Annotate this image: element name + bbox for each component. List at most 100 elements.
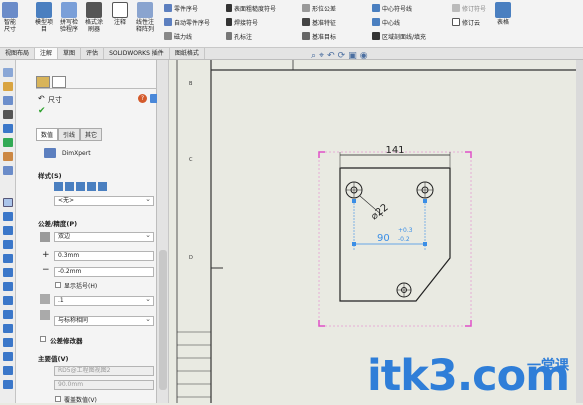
subtab-leader[interactable]: 引线	[58, 128, 81, 141]
cloud-icon	[452, 18, 460, 26]
tab-sheet-format[interactable]: 图纸格式	[170, 48, 205, 59]
panel-title: 尺寸	[48, 96, 62, 104]
style-select[interactable]: <无>	[54, 195, 154, 206]
spell-check-button[interactable]: 拼写检验程序	[58, 2, 80, 33]
tool-7-icon[interactable]	[3, 152, 13, 161]
tool-18-icon[interactable]	[3, 324, 13, 333]
geometric-tolerance-button[interactable]: 形位公差	[302, 3, 336, 13]
panel-scrollbar[interactable]	[157, 60, 169, 403]
width-dimension-text: 141	[385, 145, 404, 156]
datum-feature-button[interactable]: 基准特征	[302, 17, 336, 27]
hole-callout-icon	[226, 32, 232, 40]
style-2-icon[interactable]	[65, 182, 74, 191]
tool-3-icon[interactable]	[3, 96, 13, 105]
tool-5-icon[interactable]	[3, 124, 13, 133]
area-hatch-button[interactable]: 区域剖面线/填充	[372, 31, 426, 41]
tool-12-icon[interactable]	[3, 240, 13, 249]
smart-dimension-button[interactable]: 智能尺寸	[2, 2, 18, 33]
right-task-pane-strip[interactable]	[576, 60, 583, 403]
model-items-button[interactable]: 模型项目	[34, 2, 54, 33]
spell-check-icon	[61, 2, 77, 18]
tool-19-icon[interactable]	[3, 338, 13, 347]
tool-2-icon[interactable]	[3, 82, 13, 91]
show-paren-checkbox[interactable]	[55, 282, 61, 288]
ribbon: 智能尺寸 模型项目 拼写检验程序 格式涂刷器 注释 线性注释阵列 零件序号 自动…	[0, 0, 583, 48]
main-value-input[interactable]: 90.0mm	[54, 380, 154, 390]
left-toolbar	[0, 60, 16, 403]
tab-addins[interactable]: SOLIDWORKS 插件	[104, 48, 170, 59]
tab-sketch[interactable]: 草图	[58, 48, 82, 59]
tolerance-section-header[interactable]: 公差/精度(P)⌃	[38, 218, 168, 228]
surface-finish-button[interactable]: 表面粗糙度符号	[226, 3, 276, 13]
datum-target-icon	[302, 32, 310, 40]
subtab-value[interactable]: 数值	[36, 128, 59, 141]
tool-22-icon[interactable]	[3, 380, 13, 389]
help-icon[interactable]: ?	[138, 94, 147, 103]
tab-evaluate[interactable]: 评估	[81, 48, 105, 59]
datum-target-button[interactable]: 基准目标	[302, 31, 336, 41]
tool-13-icon[interactable]	[3, 254, 13, 263]
tool-20-icon[interactable]	[3, 352, 13, 361]
tolerance-type-select[interactable]: 双边	[54, 231, 154, 242]
tool-15-icon[interactable]	[3, 282, 13, 291]
style-5-icon[interactable]	[98, 182, 107, 191]
tool-1-icon[interactable]	[3, 68, 13, 77]
tool-17-icon[interactable]	[3, 310, 13, 319]
tab-view-layout[interactable]: 视图布局	[0, 48, 36, 59]
diameter-dimension-text[interactable]: ⌀22	[369, 202, 391, 222]
tool-11-icon[interactable]	[3, 226, 13, 235]
tool-4-icon[interactable]	[3, 110, 13, 119]
tab-annotation[interactable]: 注解	[35, 48, 59, 59]
dimxpert-label: DimXpert	[62, 150, 91, 157]
center-mark-button[interactable]: 中心符号线	[372, 3, 412, 13]
balloon-icon	[164, 4, 172, 12]
style-1-icon[interactable]	[54, 182, 63, 191]
tables-button[interactable]: 表格	[495, 2, 511, 26]
feature-tree-tab-icon[interactable]	[52, 76, 66, 88]
precision-select[interactable]: .1	[54, 295, 154, 306]
override-checkbox[interactable]	[55, 396, 61, 402]
linear-note-pattern-button[interactable]: 线性注释阵列	[134, 2, 156, 33]
centerline-button[interactable]: 中心线	[372, 17, 400, 27]
revision-symbol-button[interactable]: 修订符号	[452, 3, 486, 13]
tool-9-icon[interactable]	[3, 198, 13, 207]
balloon-button[interactable]: 零件序号	[164, 3, 198, 13]
style-3-icon[interactable]	[76, 182, 85, 191]
hole-callout-button[interactable]: 孔标注	[226, 31, 252, 41]
upper-tolerance-input[interactable]: 0.3mm	[54, 251, 154, 261]
modifier-checkbox[interactable]	[40, 336, 46, 342]
format-painter-button[interactable]: 格式涂刷器	[84, 2, 104, 33]
lower-tolerance-input[interactable]: -0.2mm	[54, 267, 154, 277]
tool-8-icon[interactable]	[3, 166, 13, 175]
hole-spacing-dimension[interactable]: 90 +0.3 -0.2	[352, 199, 427, 250]
style-section-header[interactable]: 样式(S)⌃	[38, 170, 168, 180]
svg-text:B: B	[189, 81, 193, 87]
ok-check-icon[interactable]: ✔	[38, 106, 46, 116]
model-items-icon	[36, 2, 52, 18]
tool-14-icon[interactable]	[3, 268, 13, 277]
watermark-logo: itk3.com	[367, 351, 570, 401]
tool-6-icon[interactable]	[3, 138, 13, 147]
tolerance-icon	[302, 4, 310, 12]
magnetic-line-button[interactable]: 磁力线	[164, 31, 192, 41]
main-value-section-header[interactable]: 主要值(V)⌃	[38, 353, 168, 363]
revision-cloud-button[interactable]: 修订云	[452, 17, 480, 27]
tolerance-precision-select[interactable]: 与标称相同	[54, 315, 154, 326]
show-paren-label: 显示括号(H)	[64, 283, 98, 290]
tool-10-icon[interactable]	[3, 212, 13, 221]
modifier-section-header[interactable]: 公差修改器⌄	[50, 335, 168, 345]
command-tabs: 视图布局 注解 草图 评估 SOLIDWORKS 插件 图纸格式	[0, 48, 583, 60]
scrollbar-thumb[interactable]	[159, 250, 167, 390]
dimension-icon: ↶	[38, 94, 45, 103]
subtab-other[interactable]: 其它	[80, 128, 103, 141]
style-4-icon[interactable]	[87, 182, 96, 191]
tool-21-icon[interactable]	[3, 366, 13, 375]
smart-dimension-icon	[2, 2, 18, 18]
magnetic-line-icon	[164, 32, 172, 40]
note-button[interactable]: 注释	[112, 2, 128, 26]
auto-balloon-button[interactable]: 自动零件序号	[164, 17, 210, 27]
weld-symbol-button[interactable]: 焊接符号	[226, 17, 258, 27]
tool-16-icon[interactable]	[3, 296, 13, 305]
width-dimension[interactable]: 141	[339, 145, 451, 167]
property-tab-icon[interactable]	[36, 76, 50, 88]
